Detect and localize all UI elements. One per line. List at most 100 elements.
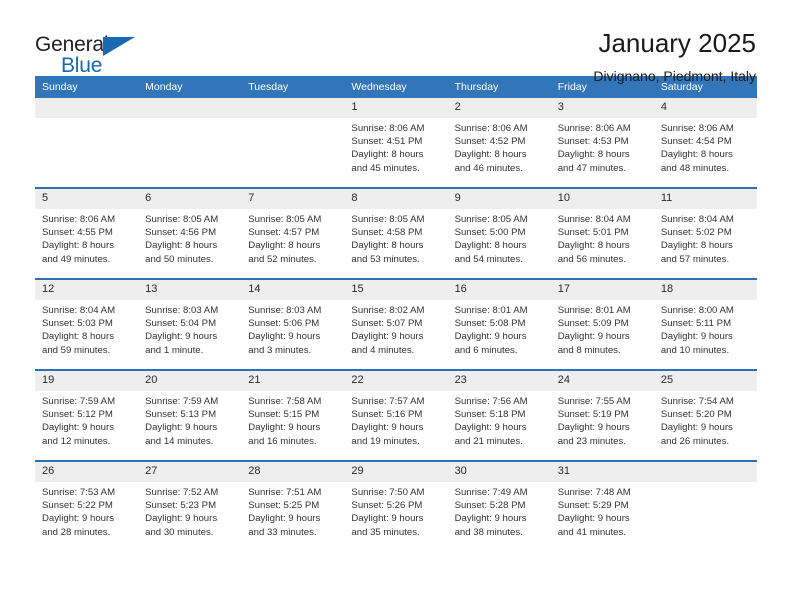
- day-details: Sunrise: 8:05 AM Sunset: 4:57 PM Daylight:…: [241, 209, 344, 266]
- calendar-week-row: 26 Sunrise: 7:53 AM Sunset: 5:22 PM Dayligh…: [35, 460, 757, 551]
- calendar-day-cell[interactable]: 13 Sunrise: 8:03 AM Sunset: 5:04 PM Dayligh…: [138, 278, 242, 370]
- day-number: 31: [550, 462, 654, 482]
- calendar-day-cell[interactable]: [138, 98, 242, 188]
- calendar-day-cell[interactable]: 23 Sunrise: 7:56 AM Sunset: 5:18 PM Dayligh…: [447, 369, 551, 461]
- calendar-day-cell[interactable]: 22 Sunrise: 7:57 AM Sunset: 5:16 PM Dayligh…: [344, 369, 448, 461]
- calendar-day-cell[interactable]: 12 Sunrise: 8:04 AM Sunset: 5:03 PM Dayligh…: [35, 278, 139, 370]
- calendar-day-cell[interactable]: 8 Sunrise: 8:05 AM Sunset: 4:58 PM Daylight…: [344, 187, 448, 279]
- calendar-day-cell[interactable]: 20 Sunrise: 7:59 AM Sunset: 5:13 PM Dayligh…: [138, 369, 242, 461]
- sunset-text: Sunset: 5:02 PM: [660, 227, 732, 239]
- calendar-week-row: 1 Sunrise: 8:06 AM Sunset: 4:51 PM Daylight…: [35, 98, 757, 188]
- sunset-text: Sunset: 4:56 PM: [145, 227, 217, 239]
- sunrise-text: Sunrise: 7:50 AM: [351, 487, 425, 498]
- calendar-day-cell[interactable]: 19 Sunrise: 7:59 AM Sunset: 5:12 PM Dayligh…: [35, 369, 139, 461]
- day-details: Sunrise: 8:06 AM Sunset: 4:53 PM Daylight:…: [551, 118, 654, 175]
- page-title: January 2025: [598, 28, 756, 58]
- calendar-day-cell[interactable]: 1 Sunrise: 8:06 AM Sunset: 4:51 PM Daylight…: [344, 98, 448, 188]
- calendar-day-cell[interactable]: 14 Sunrise: 8:03 AM Sunset: 5:06 PM Dayligh…: [241, 278, 345, 370]
- page-header: General Blue January 2025 Divignano, Pie…: [35, 0, 757, 84]
- day-number: 7: [241, 189, 345, 209]
- sunrise-text: Sunrise: 7:48 AM: [557, 487, 631, 498]
- daylight-text: Daylight: 9 hours: [660, 422, 733, 434]
- day-number: 16: [447, 280, 551, 300]
- day-details: Sunrise: 7:59 AM Sunset: 5:13 PM Daylight:…: [138, 391, 241, 448]
- day-number: 27: [138, 462, 242, 482]
- day-details: Sunrise: 7:50 AM Sunset: 5:26 PM Daylight:…: [344, 482, 447, 539]
- daylight-text: and 4 minutes.: [351, 344, 415, 356]
- day-details: Sunrise: 8:04 AM Sunset: 5:03 PM Daylight:…: [35, 300, 138, 357]
- day-details: Sunrise: 8:05 AM Sunset: 5:00 PM Daylight:…: [448, 209, 551, 266]
- day-details: Sunrise: 8:00 AM Sunset: 5:11 PM Daylight:…: [654, 300, 757, 357]
- daylight-text: and 35 minutes.: [351, 526, 420, 538]
- calendar-day-cell[interactable]: 21 Sunrise: 7:58 AM Sunset: 5:15 PM Dayligh…: [241, 369, 345, 461]
- sunset-text: Sunset: 4:57 PM: [248, 227, 320, 239]
- calendar-day-cell[interactable]: 18 Sunrise: 8:00 AM Sunset: 5:11 PM Dayligh…: [653, 278, 757, 370]
- daylight-text: Daylight: 8 hours: [660, 240, 733, 252]
- calendar-day-cell[interactable]: 26 Sunrise: 7:53 AM Sunset: 5:22 PM Dayligh…: [35, 460, 139, 551]
- daylight-text: and 54 minutes.: [454, 253, 523, 265]
- day-details: Sunrise: 7:55 AM Sunset: 5:19 PM Daylight:…: [551, 391, 654, 448]
- calendar-day-cell[interactable]: 15 Sunrise: 8:02 AM Sunset: 5:07 PM Dayligh…: [344, 278, 448, 370]
- sunrise-text: Sunrise: 8:04 AM: [557, 214, 631, 225]
- sunrise-text: Sunrise: 7:53 AM: [42, 487, 116, 498]
- sunrise-text: Sunrise: 8:01 AM: [557, 305, 631, 316]
- sunrise-text: Sunrise: 8:06 AM: [557, 123, 631, 134]
- daylight-text: and 38 minutes.: [454, 526, 523, 538]
- sunset-text: Sunset: 5:06 PM: [248, 318, 320, 330]
- sunset-text: Sunset: 5:26 PM: [351, 500, 423, 512]
- day-number: 2: [447, 98, 551, 118]
- calendar-day-cell[interactable]: 2 Sunrise: 8:06 AM Sunset: 4:52 PM Daylight…: [447, 98, 551, 188]
- daylight-text: Daylight: 9 hours: [660, 331, 733, 343]
- calendar-day-cell[interactable]: 3 Sunrise: 8:06 AM Sunset: 4:53 PM Daylight…: [550, 98, 654, 188]
- day-details: Sunrise: 8:05 AM Sunset: 4:56 PM Daylight:…: [138, 209, 241, 266]
- sunset-text: Sunset: 5:00 PM: [454, 227, 526, 239]
- calendar-day-cell[interactable]: 16 Sunrise: 8:01 AM Sunset: 5:08 PM Dayligh…: [447, 278, 551, 370]
- daylight-text: Daylight: 8 hours: [351, 240, 424, 252]
- calendar-day-cell[interactable]: 24 Sunrise: 7:55 AM Sunset: 5:19 PM Dayligh…: [550, 369, 654, 461]
- sunset-text: Sunset: 4:53 PM: [557, 136, 629, 148]
- calendar-day-cell[interactable]: 27 Sunrise: 7:52 AM Sunset: 5:23 PM Dayligh…: [138, 460, 242, 551]
- daylight-text: and 19 minutes.: [351, 435, 420, 447]
- sunset-text: Sunset: 5:15 PM: [248, 409, 320, 421]
- day-details: Sunrise: 8:03 AM Sunset: 5:06 PM Daylight:…: [241, 300, 344, 357]
- day-details: Sunrise: 7:52 AM Sunset: 5:23 PM Daylight:…: [138, 482, 241, 539]
- sunrise-text: Sunrise: 7:49 AM: [454, 487, 528, 498]
- day-details: Sunrise: 7:49 AM Sunset: 5:28 PM Daylight:…: [448, 482, 551, 539]
- sunset-text: Sunset: 4:58 PM: [351, 227, 423, 239]
- daylight-text: and 45 minutes.: [351, 162, 420, 174]
- sunset-text: Sunset: 5:11 PM: [660, 318, 732, 330]
- sunrise-text: Sunrise: 7:59 AM: [145, 396, 219, 407]
- calendar-day-cell[interactable]: [653, 460, 757, 551]
- calendar-day-cell[interactable]: 5 Sunrise: 8:06 AM Sunset: 4:55 PM Daylight…: [35, 187, 139, 279]
- sunset-text: Sunset: 4:52 PM: [454, 136, 526, 148]
- day-details: Sunrise: 7:51 AM Sunset: 5:25 PM Daylight:…: [241, 482, 344, 539]
- daylight-text: Daylight: 9 hours: [351, 422, 424, 434]
- calendar-day-cell[interactable]: 6 Sunrise: 8:05 AM Sunset: 4:56 PM Daylight…: [138, 187, 242, 279]
- day-number: 9: [447, 189, 551, 209]
- daylight-text: and 52 minutes.: [248, 253, 317, 265]
- calendar-day-cell[interactable]: 9 Sunrise: 8:05 AM Sunset: 5:00 PM Daylight…: [447, 187, 551, 279]
- daylight-text: and 12 minutes.: [42, 435, 111, 447]
- calendar-day-cell[interactable]: 11 Sunrise: 8:04 AM Sunset: 5:02 PM Dayligh…: [653, 187, 757, 279]
- sunrise-text: Sunrise: 7:56 AM: [454, 396, 528, 407]
- calendar-day-cell[interactable]: 30 Sunrise: 7:49 AM Sunset: 5:28 PM Dayligh…: [447, 460, 551, 551]
- daylight-text: and 50 minutes.: [145, 253, 214, 265]
- calendar-day-cell[interactable]: 31 Sunrise: 7:48 AM Sunset: 5:29 PM Dayligh…: [550, 460, 654, 551]
- calendar-day-cell[interactable]: 7 Sunrise: 8:05 AM Sunset: 4:57 PM Daylight…: [241, 187, 345, 279]
- title-block: January 2025 Divignano, Piedmont, Italy: [593, 28, 757, 85]
- general-blue-logo[interactable]: General Blue: [35, 28, 153, 84]
- calendar-day-cell[interactable]: [35, 98, 139, 188]
- sunrise-text: Sunrise: 8:05 AM: [454, 214, 528, 225]
- day-number: 23: [447, 371, 551, 391]
- calendar-day-cell[interactable]: 4 Sunrise: 8:06 AM Sunset: 4:54 PM Daylight…: [653, 98, 757, 188]
- calendar-day-cell[interactable]: 17 Sunrise: 8:01 AM Sunset: 5:09 PM Dayligh…: [550, 278, 654, 370]
- calendar-day-cell[interactable]: [241, 98, 345, 188]
- calendar-day-cell[interactable]: 29 Sunrise: 7:50 AM Sunset: 5:26 PM Dayligh…: [344, 460, 448, 551]
- sunrise-text: Sunrise: 8:06 AM: [454, 123, 528, 134]
- day-number: 26: [35, 462, 139, 482]
- calendar-day-cell[interactable]: 25 Sunrise: 7:54 AM Sunset: 5:20 PM Dayligh…: [653, 369, 757, 461]
- logo-text-blue: Blue: [61, 54, 103, 77]
- daylight-text: and 49 minutes.: [42, 253, 111, 265]
- calendar-day-cell[interactable]: 10 Sunrise: 8:04 AM Sunset: 5:01 PM Dayligh…: [550, 187, 654, 279]
- calendar-day-cell[interactable]: 28 Sunrise: 7:51 AM Sunset: 5:25 PM Dayligh…: [241, 460, 345, 551]
